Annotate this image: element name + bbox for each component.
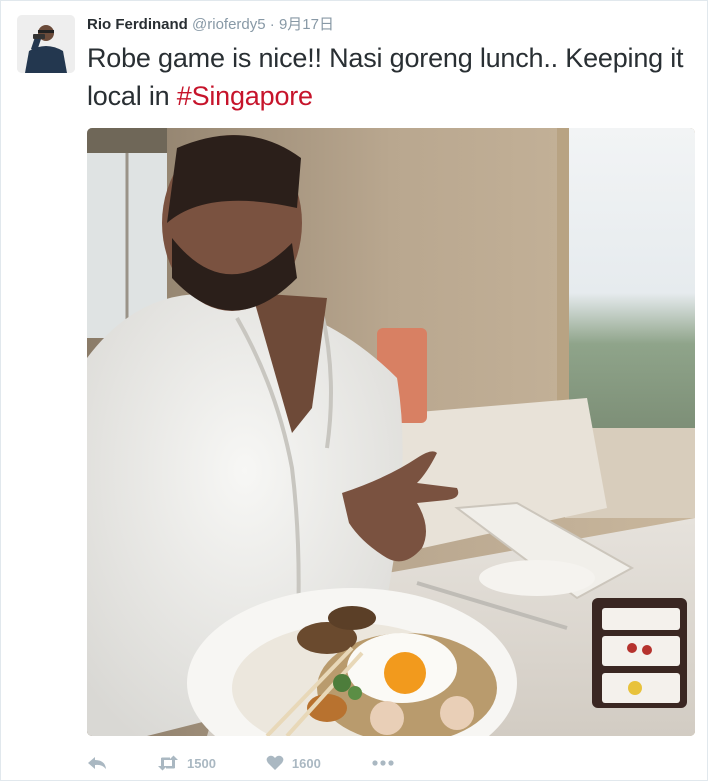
retweet-button[interactable]: 1500	[157, 755, 216, 771]
separator-dot: ·	[269, 16, 275, 33]
tweet-text: Robe game is nice!! Nasi goreng lunch.. …	[87, 39, 687, 115]
like-count: 1600	[291, 755, 321, 771]
reply-button[interactable]	[87, 755, 107, 771]
like-button[interactable]: 1600	[266, 755, 321, 771]
author-name[interactable]: Rio Ferdinand	[87, 16, 188, 33]
heart-icon	[266, 755, 284, 771]
author-handle[interactable]: @rioferdy5	[192, 16, 266, 33]
avatar[interactable]	[17, 15, 75, 73]
hashtag-link[interactable]: #Singapore	[177, 81, 313, 111]
retweet-count: 1500	[187, 755, 216, 771]
reply-icon	[87, 755, 107, 771]
more-button[interactable]	[371, 759, 395, 767]
tweet-date[interactable]: 9月17日	[279, 16, 334, 33]
tweet-photo[interactable]	[87, 128, 695, 736]
retweet-icon	[157, 755, 179, 771]
tweet-actions: 1500 1600	[87, 749, 445, 777]
more-icon	[371, 759, 395, 767]
tweet-header: Rio Ferdinand @rioferdy5 · 9月17日	[87, 15, 334, 35]
tweet-card: Rio Ferdinand @rioferdy5 · 9月17日 Robe ga…	[0, 0, 708, 781]
